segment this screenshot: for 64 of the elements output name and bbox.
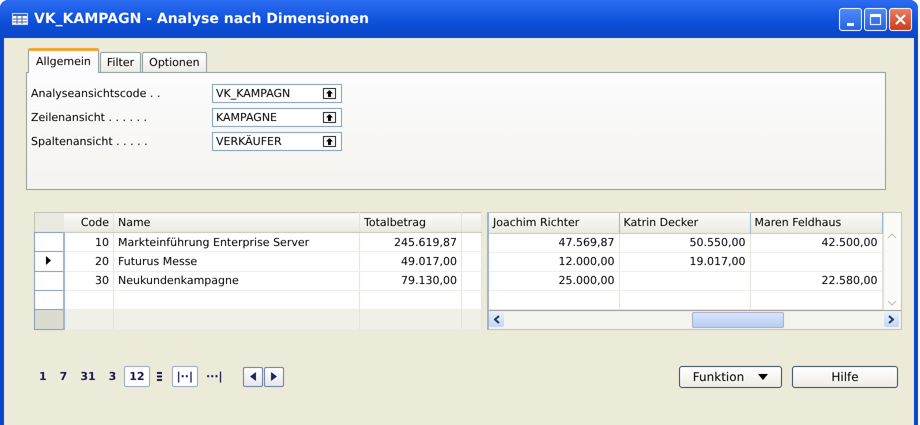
current-row-icon [46, 256, 52, 266]
action-button[interactable]: Funktion [679, 366, 782, 388]
amount-type-button[interactable]: |··| [172, 366, 198, 387]
lookup-arrow-icon[interactable] [323, 112, 336, 122]
table-cell: 20 [64, 252, 114, 272]
lookup-arrow-icon[interactable] [323, 136, 336, 146]
table-icon [12, 13, 28, 25]
lookup-field[interactable]: VERKÄUFER [212, 132, 342, 150]
tab[interactable]: Optionen [142, 52, 207, 72]
table-cell: 49.017,00 [360, 252, 462, 272]
action-button[interactable]: Hilfe [792, 366, 898, 388]
caret-icon [758, 374, 768, 380]
table-cell: 10 [64, 232, 114, 252]
table-cell: 12.000,00 [489, 252, 619, 271]
table-cell: Markteinführung Enterprise Server [114, 232, 360, 252]
lookup-field[interactable]: VK_KAMPAGN [212, 84, 342, 102]
close-icon [895, 14, 906, 24]
tab[interactable]: Filter [100, 52, 142, 72]
triangle-left-icon [250, 372, 256, 381]
scrollbar-thumb[interactable] [692, 312, 784, 328]
scroll-right-button[interactable] [884, 312, 898, 327]
table-cell: 42.500,00 [750, 233, 882, 252]
amount-type-button[interactable]: ···| [201, 366, 228, 387]
period-button[interactable]: 12 [124, 366, 150, 387]
chevron-right-icon [888, 315, 894, 324]
table-cell: 47.569,87 [489, 233, 619, 252]
period-button[interactable]: 3 [104, 366, 122, 387]
minimize-icon [847, 22, 854, 26]
triangle-right-icon [270, 372, 277, 381]
table-cell: 245.619,87 [360, 232, 462, 252]
previous-button[interactable] [242, 366, 263, 386]
column-header[interactable]: Totalbetrag [360, 212, 462, 233]
column-header[interactable]: Katrin Decker [619, 213, 750, 233]
field-label: Spaltenansicht . . . . . [31, 134, 149, 148]
table-cell: 79.130,00 [360, 271, 462, 290]
window-title: VK_KAMPAGN - Analyse nach Dimensionen [34, 11, 370, 27]
period-button[interactable]: 1 [34, 366, 52, 387]
field-label: Zeilenansicht . . . . . . [31, 110, 148, 124]
lookup-field[interactable]: KAMPAGNE [212, 108, 342, 126]
tab[interactable]: Allgemein [28, 48, 99, 73]
table-cell: 22.580,00 [750, 271, 882, 290]
column-header[interactable]: Maren Feldhaus [750, 213, 882, 233]
table-cell: Futurus Messe [114, 252, 360, 272]
column-header[interactable]: Name [114, 212, 360, 233]
maximize-icon [870, 14, 881, 24]
table-cell: 25.000,00 [489, 271, 619, 290]
column-header[interactable]: Joachim Richter [489, 213, 619, 233]
scroll-left-button[interactable] [489, 312, 504, 327]
lookup-arrow-icon[interactable] [323, 88, 336, 98]
close-button[interactable] [889, 8, 912, 30]
table-cell: 19.017,00 [619, 252, 750, 271]
maximize-button[interactable] [864, 8, 887, 30]
row-selector[interactable] [34, 252, 64, 272]
minimize-button[interactable] [839, 8, 862, 30]
period-button[interactable]: 31 [75, 366, 101, 387]
table-cell: 30 [64, 271, 114, 290]
column-header[interactable]: Code [64, 212, 114, 233]
field-label: Analyseansichtscode . . [31, 86, 162, 100]
accounting-period-icon[interactable] [156, 372, 162, 381]
next-button[interactable] [264, 366, 284, 386]
table-cell: Neukundenkampagne [114, 271, 360, 290]
table-cell: 50.550,00 [619, 233, 750, 252]
period-button[interactable]: 7 [54, 366, 72, 387]
chevron-left-icon [494, 315, 500, 324]
